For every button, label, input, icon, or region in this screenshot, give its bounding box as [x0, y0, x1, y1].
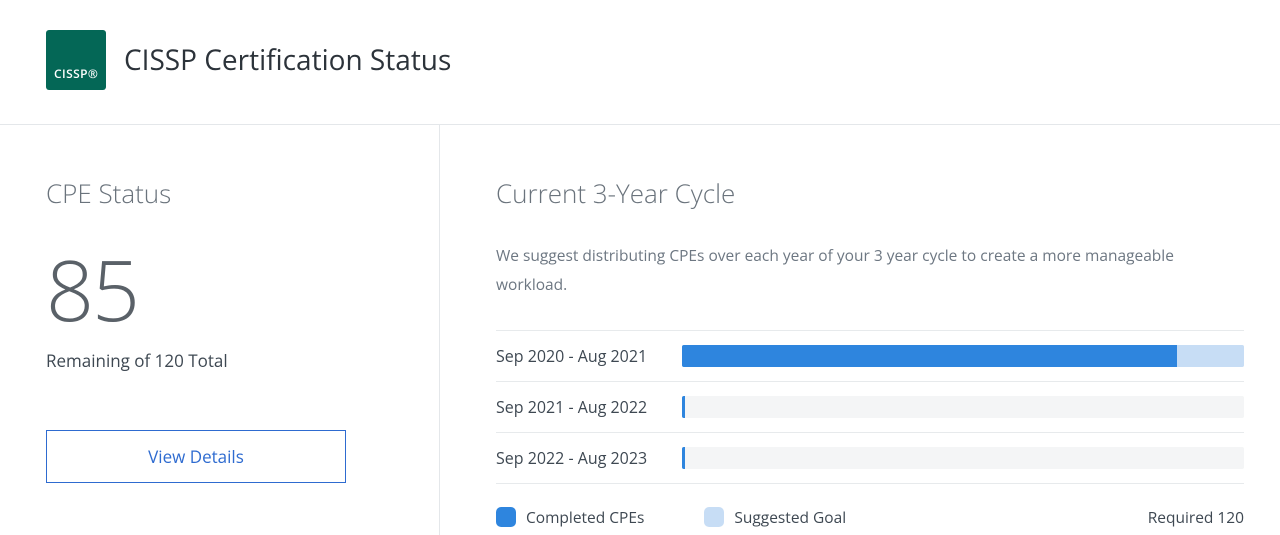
- legend-completed: Completed CPEs: [496, 506, 644, 528]
- page-header: CISSP® CISSP Certification Status: [0, 0, 1280, 125]
- cpe-status-panel: CPE Status 85 Remaining of 120 Total Vie…: [0, 125, 440, 535]
- cycle-subtitle: We suggest distributing CPEs over each y…: [496, 241, 1216, 300]
- cissp-logo-icon: CISSP®: [46, 30, 106, 90]
- cycle-year-row: Sep 2022 - Aug 2023: [496, 432, 1244, 484]
- cpe-remaining-caption: Remaining of 120 Total: [46, 349, 393, 372]
- completed-bar-fill: [682, 345, 1177, 367]
- cycle-heading: Current 3-Year Cycle: [496, 175, 1244, 211]
- cycle-year-bar: [682, 345, 1244, 367]
- view-details-button[interactable]: View Details: [46, 430, 346, 483]
- cpe-remaining-value: 85: [46, 247, 393, 331]
- page-title: CISSP Certification Status: [124, 41, 451, 79]
- cpe-status-heading: CPE Status: [46, 175, 393, 211]
- required-total-label: Required 120: [1148, 506, 1244, 528]
- cycle-year-row: Sep 2021 - Aug 2022: [496, 381, 1244, 432]
- legend-completed-label: Completed CPEs: [526, 506, 644, 528]
- cycle-panel: Current 3-Year Cycle We suggest distribu…: [440, 125, 1280, 535]
- legend-suggested-swatch: [704, 507, 724, 527]
- cycle-year-label: Sep 2022 - Aug 2023: [496, 447, 682, 469]
- legend-completed-swatch: [496, 507, 516, 527]
- cycle-legend: Completed CPEs Suggested Goal Required 1…: [496, 484, 1244, 528]
- legend-suggested: Suggested Goal: [704, 506, 846, 528]
- cycle-year-row: Sep 2020 - Aug 2021: [496, 330, 1244, 381]
- cycle-year-bar: [682, 396, 1244, 418]
- logo-text: CISSP®: [54, 65, 98, 82]
- completed-bar-fill: [682, 396, 685, 418]
- cycle-year-label: Sep 2021 - Aug 2022: [496, 396, 682, 418]
- cycle-bars: Sep 2020 - Aug 2021 Sep 2021 - Aug 2022 Se…: [496, 330, 1244, 484]
- cycle-year-label: Sep 2020 - Aug 2021: [496, 345, 682, 367]
- legend-suggested-label: Suggested Goal: [734, 506, 846, 528]
- cycle-year-bar: [682, 447, 1244, 469]
- content-body: CPE Status 85 Remaining of 120 Total Vie…: [0, 125, 1280, 535]
- completed-bar-fill: [682, 447, 685, 469]
